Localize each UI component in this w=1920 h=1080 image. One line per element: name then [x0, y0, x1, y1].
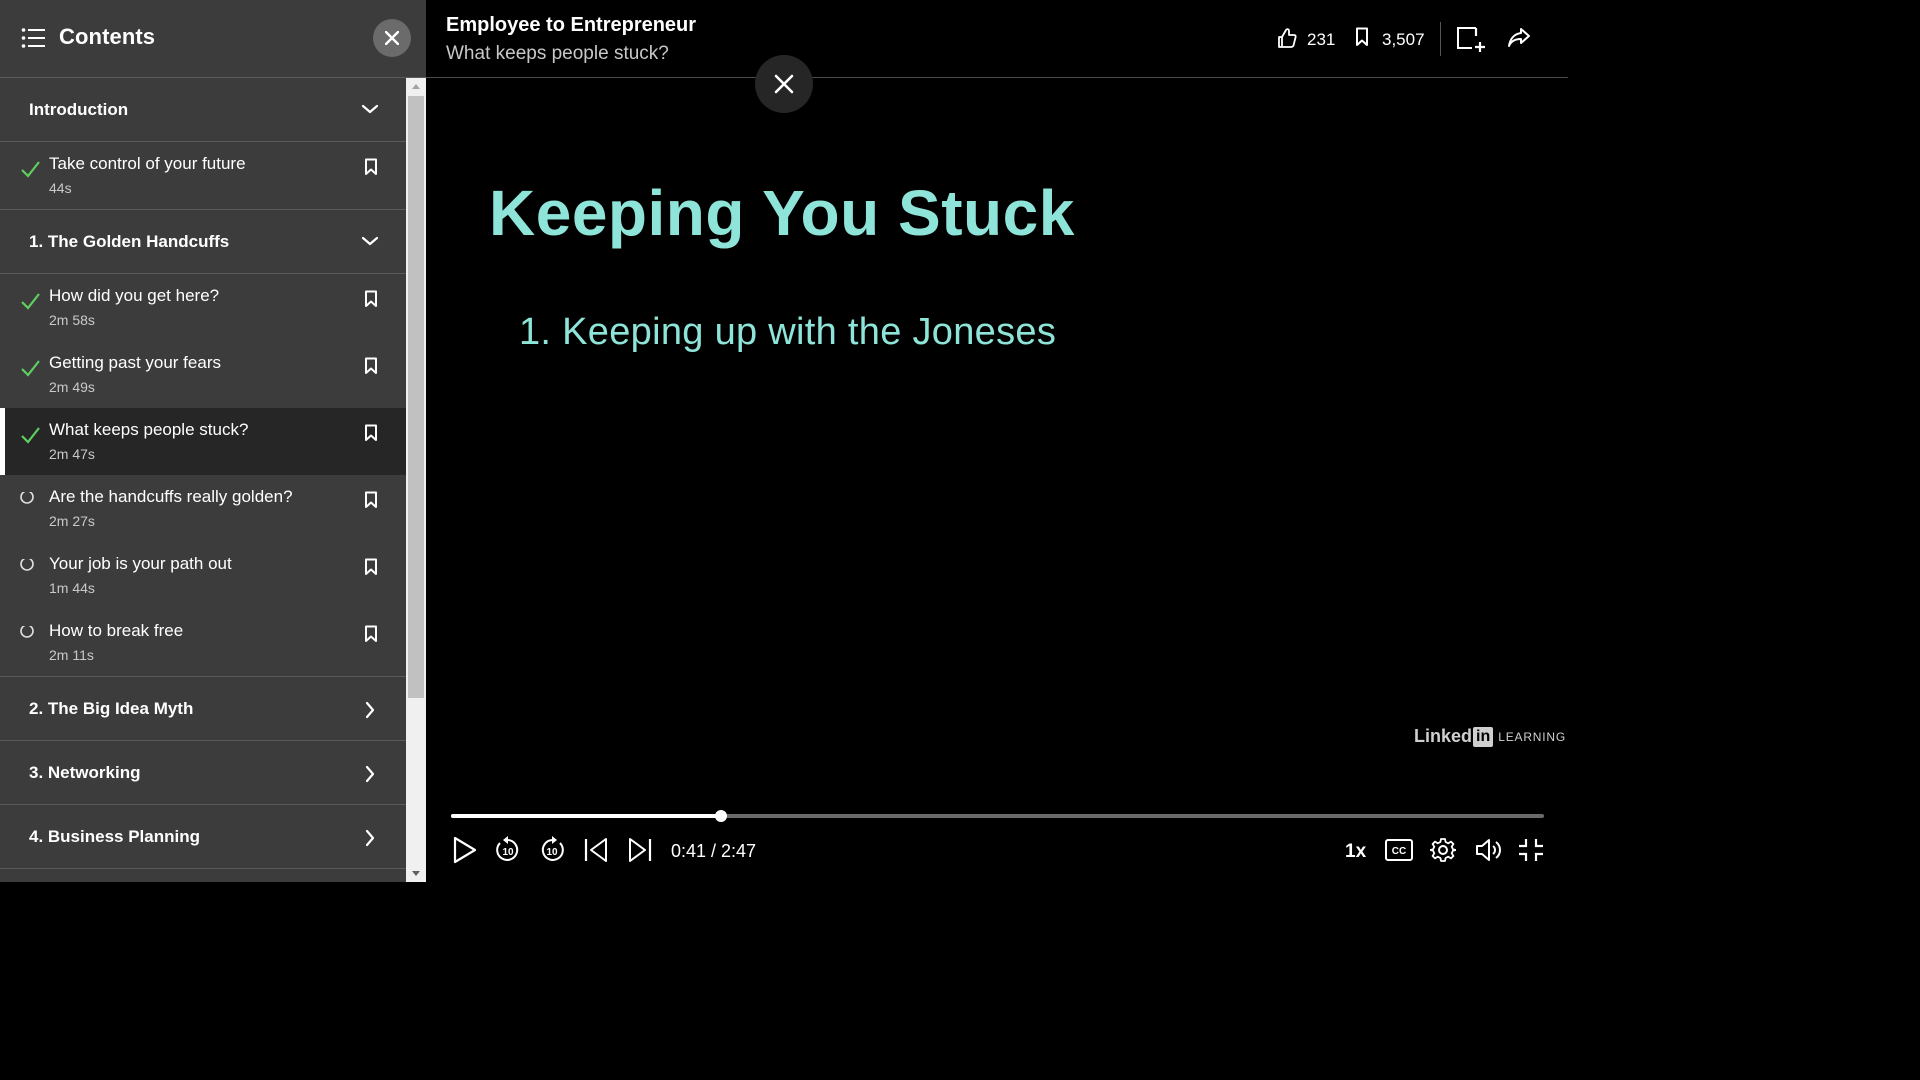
linkedin-learning-logo: Linked in LEARNING [1414, 726, 1566, 747]
progress-bar[interactable] [451, 810, 1544, 822]
item-duration: 1m 44s [49, 580, 95, 596]
chevron-right-icon [360, 701, 380, 719]
list-item[interactable]: Are the handcuffs really golden? 2m 27s [0, 475, 406, 542]
logo-linked: Linked [1414, 726, 1473, 746]
list-item-active[interactable]: What keeps people stuck? 2m 47s [0, 408, 406, 475]
playback-speed-button[interactable]: 1x [1345, 841, 1366, 863]
check-icon [20, 159, 40, 179]
item-title: Your job is your path out [49, 554, 232, 573]
section-business-planning[interactable]: 4. Business Planning [0, 805, 406, 869]
thumbs-up-icon[interactable] [1277, 27, 1297, 49]
check-icon [20, 425, 40, 445]
item-duration: 2m 27s [49, 513, 95, 529]
svg-text:10: 10 [502, 847, 514, 858]
bookmark-icon[interactable] [364, 424, 378, 442]
play-icon[interactable] [452, 836, 478, 864]
contents-sidebar: Contents Introduction Take control of yo… [0, 0, 426, 882]
logo-in: in [1473, 726, 1494, 747]
item-title: Getting past your fears [49, 353, 221, 372]
section-title: 4. Business Planning [29, 827, 200, 846]
bookmark-icon[interactable] [364, 558, 378, 576]
logo-learning: LEARNING [1498, 729, 1566, 744]
close-sidebar-button[interactable] [373, 19, 411, 57]
progress-fill [451, 814, 721, 818]
item-duration: 2m 11s [49, 647, 94, 663]
save-count: 3,507 [1382, 30, 1425, 49]
sidebar-scrollbar[interactable] [406, 78, 426, 882]
item-duration: 2m 49s [49, 379, 95, 395]
rewind-10-icon[interactable]: 10 [494, 836, 522, 864]
forward-10-icon[interactable]: 10 [538, 836, 566, 864]
close-icon [385, 31, 399, 45]
add-to-collection-icon[interactable] [1456, 26, 1486, 52]
item-title: Are the handcuffs really golden? [49, 487, 293, 506]
item-title: How did you get here? [49, 286, 220, 305]
list-item[interactable]: Getting past your fears 2m 49s [0, 341, 406, 408]
section-golden-handcuffs[interactable]: 1. The Golden Handcuffs [0, 210, 406, 274]
sidebar-title: Contents [59, 24, 156, 49]
section-big-idea-myth[interactable]: 2. The Big Idea Myth [0, 677, 406, 741]
previous-icon[interactable] [583, 837, 609, 863]
check-icon [20, 291, 40, 311]
toc-list: Introduction Take control of your future… [0, 78, 406, 882]
settings-gear-icon[interactable] [1430, 837, 1456, 863]
volume-icon[interactable] [1475, 838, 1503, 862]
section-title: 3. Networking [29, 763, 141, 782]
circle-icon [20, 559, 36, 575]
bookmark-icon[interactable] [364, 357, 378, 375]
progress-handle[interactable] [714, 810, 727, 822]
close-icon [774, 74, 794, 94]
video-header: Employee to Entrepreneur What keeps peop… [426, 0, 1568, 78]
chevron-down-icon [360, 234, 380, 248]
section-title: 2. The Big Idea Myth [29, 699, 194, 718]
time-display: 0:41 / 2:47 [671, 841, 757, 861]
list-item[interactable]: How did you get here? 2m 58s [0, 274, 406, 341]
section-networking[interactable]: 3. Networking [0, 741, 406, 805]
circle-icon [20, 626, 36, 642]
scroll-up-arrow-icon[interactable] [412, 84, 420, 89]
close-overlay-button[interactable] [755, 55, 813, 113]
bookmark-icon[interactable] [1355, 27, 1369, 47]
share-icon[interactable] [1507, 27, 1531, 49]
item-title: Take control of your future [49, 154, 246, 173]
list-icon [21, 27, 45, 49]
list-item[interactable]: Your job is your path out 1m 44s [0, 542, 406, 609]
video-title: What keeps people stuck? [446, 43, 669, 64]
sidebar-header: Contents [0, 0, 426, 78]
closed-captions-icon[interactable]: CC [1385, 839, 1413, 861]
section-title: 1. The Golden Handcuffs [29, 232, 230, 251]
header-divider [1440, 22, 1441, 56]
list-item[interactable]: How to break free 2m 11s [0, 609, 406, 677]
check-icon [20, 358, 40, 378]
item-duration: 44s [49, 180, 72, 196]
scrollbar-thumb[interactable] [408, 96, 424, 698]
exit-fullscreen-icon[interactable] [1518, 838, 1544, 862]
chevron-right-icon [360, 829, 380, 847]
bookmark-icon[interactable] [364, 625, 378, 643]
svg-text:CC: CC [1392, 846, 1406, 857]
item-duration: 2m 47s [49, 446, 95, 462]
item-title: What keeps people stuck? [49, 420, 249, 439]
section-title: Introduction [29, 100, 129, 119]
slide-heading: Keeping You Stuck [489, 177, 1075, 249]
item-duration: 2m 58s [49, 312, 95, 328]
next-icon[interactable] [627, 837, 653, 863]
chevron-down-icon [360, 102, 380, 116]
circle-icon [20, 492, 36, 508]
like-count: 231 [1307, 30, 1336, 49]
list-item[interactable]: Take control of your future 44s [0, 142, 406, 210]
bookmark-icon[interactable] [364, 491, 378, 509]
item-title: How to break free [49, 621, 184, 640]
slide-bullet: 1. Keeping up with the Joneses [519, 311, 1057, 353]
chevron-right-icon [360, 765, 380, 783]
bookmark-icon[interactable] [364, 290, 378, 308]
bookmark-icon[interactable] [364, 158, 378, 176]
course-title[interactable]: Employee to Entrepreneur [446, 14, 696, 37]
section-introduction[interactable]: Introduction [0, 78, 406, 142]
scroll-down-arrow-icon[interactable] [412, 871, 420, 876]
svg-text:10: 10 [546, 847, 558, 858]
